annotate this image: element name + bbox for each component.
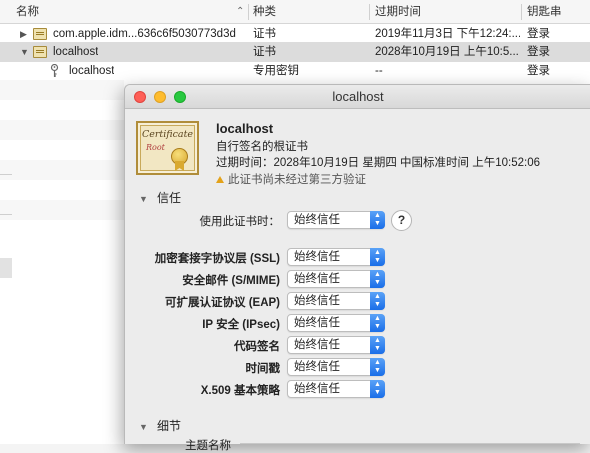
timestamping-policy-label: 时间戳 <box>245 363 281 375</box>
row-kind: 专用密钥 <box>253 65 299 77</box>
column-header-keychain[interactable]: 钥匙串 <box>527 0 562 24</box>
popup-arrows-icon: ▲ ▼ <box>370 211 385 229</box>
empty-row-stripe <box>0 160 124 180</box>
ribbon-icon <box>175 161 184 171</box>
timestamping-policy-popup[interactable]: 始终信任 ▲ ▼ <box>287 358 385 376</box>
column-header-name[interactable]: 名称 <box>16 0 39 24</box>
row-expires: 2028年10月19日 上午10:5... <box>375 46 519 58</box>
ipsec-policy-popup[interactable]: 始终信任 ▲ ▼ <box>287 314 385 332</box>
key-icon <box>50 64 59 77</box>
x509-policy-popup[interactable]: 始终信任 ▲ ▼ <box>287 380 385 398</box>
table-header: 名称 ⌃ 种类 过期时间 钥匙串 <box>0 0 590 24</box>
code-signing-policy-label: 代码签名 <box>234 341 280 353</box>
column-divider[interactable] <box>521 4 522 20</box>
popup-arrows-icon: ▲ ▼ <box>370 336 385 354</box>
row-keychain: 登录 <box>527 65 550 77</box>
popup-value: 始终信任 <box>294 251 340 263</box>
trust-warning-text: 此证书尚未经过第三方验证 <box>228 174 366 186</box>
disclosure-triangle-icon[interactable]: ▼ <box>20 42 29 62</box>
popup-value: 始终信任 <box>294 273 340 285</box>
ipsec-policy-label: IP 安全 (IPsec) <box>202 319 280 331</box>
popup-value: 始终信任 <box>294 295 340 307</box>
row-name: localhost <box>53 46 99 58</box>
trust-section-header[interactable]: ▼ 信任 <box>139 189 181 206</box>
row-expires: -- <box>375 65 383 77</box>
empty-row-stripe <box>0 200 124 220</box>
certificate-icon <box>33 28 47 40</box>
trust-section-title: 信任 <box>157 191 182 205</box>
x509-policy-label: X.509 基本策略 <box>200 385 280 397</box>
certificate-window: localhost Certificate Root localhost 自行签… <box>124 84 590 452</box>
when-using-label: 使用此证书时： <box>199 216 281 228</box>
popup-arrows-icon: ▲ ▼ <box>370 358 385 376</box>
disclosure-triangle-icon[interactable]: ▼ <box>139 422 157 432</box>
row-expires: 2019年11月3日 下午12:24:... <box>375 28 520 40</box>
title-bar[interactable]: localhost <box>125 85 590 109</box>
certificate-icon-subtext: Root <box>146 143 165 152</box>
certificate-icon: Certificate Root <box>136 121 199 175</box>
trust-warning: 此证书尚未经过第三方验证 <box>216 171 366 187</box>
help-button[interactable]: ? <box>391 210 412 231</box>
certificate-icon <box>33 46 47 58</box>
pane-divider <box>0 174 12 175</box>
popup-value: 始终信任 <box>294 339 340 351</box>
sort-indicator-icon: ⌃ <box>236 6 245 17</box>
row-kind: 证书 <box>253 46 276 58</box>
row-keychain: 登录 <box>527 46 550 58</box>
left-pane-selection <box>0 258 12 278</box>
smime-policy-popup[interactable]: 始终信任 ▲ ▼ <box>287 270 385 288</box>
popup-arrows-icon: ▲ ▼ <box>370 292 385 310</box>
column-header-expires[interactable]: 过期时间 <box>375 0 421 24</box>
table-row[interactable]: ▶ com.apple.idm...636c6f5030773d3d 证书 20… <box>0 24 590 44</box>
warning-icon <box>216 176 224 183</box>
popup-arrows-icon: ▲ ▼ <box>370 380 385 398</box>
eap-policy-popup[interactable]: 始终信任 ▲ ▼ <box>287 292 385 310</box>
popup-value: 始终信任 <box>294 383 340 395</box>
details-section-title: 细节 <box>157 419 182 433</box>
column-divider[interactable] <box>248 4 249 20</box>
table-row[interactable]: localhost 专用密钥 -- 登录 <box>0 61 590 81</box>
eap-policy-label: 可扩展认证协议 (EAP) <box>165 297 280 309</box>
window-title: localhost <box>332 89 384 104</box>
popup-arrows-icon: ▲ ▼ <box>370 270 385 288</box>
details-section-header[interactable]: ▼ 细节 <box>139 417 181 434</box>
popup-arrows-icon: ▲ ▼ <box>370 314 385 332</box>
ssl-policy-popup[interactable]: 始终信任 ▲ ▼ <box>287 248 385 266</box>
popup-value: 始终信任 <box>294 214 340 226</box>
column-divider[interactable] <box>369 4 370 20</box>
empty-row-stripe <box>0 120 124 140</box>
certificate-name: localhost <box>216 121 274 136</box>
ssl-policy-label: 加密套接字协议层 (SSL) <box>154 253 280 265</box>
certificate-icon-text: Certificate <box>141 129 194 140</box>
column-header-kind[interactable]: 种类 <box>253 0 276 24</box>
row-name: com.apple.idm...636c6f5030773d3d <box>53 28 236 40</box>
popup-value: 始终信任 <box>294 361 340 373</box>
certificate-type: 自行签名的根证书 <box>216 141 308 153</box>
popup-value: 始终信任 <box>294 317 340 329</box>
popup-arrows-icon: ▲ ▼ <box>370 248 385 266</box>
subject-name-label: 主题名称 <box>185 440 231 452</box>
table-row-selected[interactable]: ▼ localhost 证书 2028年10月19日 上午10:5... 登录 <box>0 42 590 62</box>
pane-divider <box>0 214 12 215</box>
code-signing-policy-popup[interactable]: 始终信任 ▲ ▼ <box>287 336 385 354</box>
disclosure-triangle-icon[interactable]: ▶ <box>20 24 27 44</box>
when-using-popup[interactable]: 始终信任 ▲ ▼ <box>287 211 385 229</box>
row-kind: 证书 <box>253 28 276 40</box>
empty-row-stripe <box>0 80 124 100</box>
row-name: localhost <box>69 65 115 77</box>
row-keychain: 登录 <box>527 28 550 40</box>
smime-policy-label: 安全邮件 (S/MIME) <box>182 275 280 287</box>
certificate-expiry: 过期时间：2028年10月19日 星期四 中国标准时间 上午10:52:06 <box>216 157 541 169</box>
disclosure-triangle-icon[interactable]: ▼ <box>139 194 157 204</box>
